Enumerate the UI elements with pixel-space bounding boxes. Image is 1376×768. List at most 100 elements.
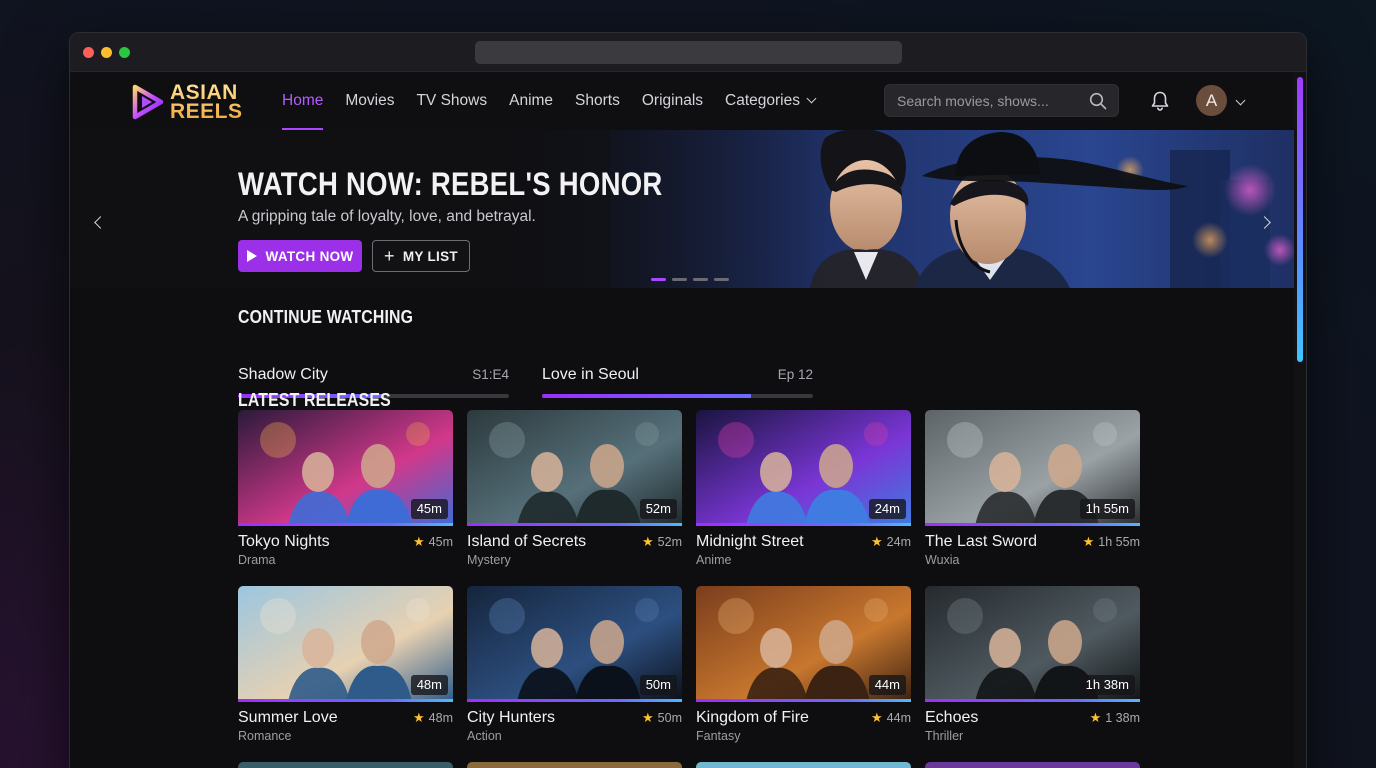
slide-indicator[interactable] [693, 278, 708, 281]
release-title: City Hunters [467, 709, 556, 726]
duration-badge: 50m [639, 675, 677, 695]
progress-fill [542, 394, 751, 398]
search-box [884, 84, 1119, 117]
minimize-window-button[interactable] [101, 47, 112, 58]
release-card-peek[interactable] [696, 762, 911, 768]
hero-subtitle: A gripping tale of loyalty, love, and be… [238, 208, 536, 225]
account-menu-chevron-icon[interactable] [1235, 95, 1246, 106]
my-list-label: MY LIST [402, 248, 458, 264]
top-navigation: ASIAN REELS Home Movies TV Shows Anime S… [70, 72, 1296, 130]
release-title: Kingdom of Fire [696, 709, 809, 726]
continue-title: Love in Seoul [542, 366, 639, 383]
duration-badge: 48m [410, 675, 448, 695]
nav-home[interactable]: Home [282, 72, 324, 130]
nav-movies[interactable]: Movies [345, 72, 394, 130]
thumbnail-accent-bar [925, 523, 1140, 526]
release-title: The Last Sword [925, 533, 1038, 550]
close-window-button[interactable] [83, 47, 94, 58]
thumbnail-accent-bar [467, 523, 682, 526]
release-card[interactable]: 52m Island of Secrets ★ 52m Mystery [467, 410, 682, 580]
play-icon [246, 250, 257, 262]
release-card[interactable]: 44m Kingdom of Fire ★ 44m Fantasy [696, 586, 911, 756]
star-icon: ★ [413, 534, 425, 549]
release-card[interactable]: 24m Midnight Street ★ 24m Anime [696, 410, 911, 580]
logo-text: ASIAN REELS [170, 83, 243, 121]
release-title: Midnight Street [696, 533, 804, 550]
nav-originals[interactable]: Originals [642, 72, 703, 130]
hero-banner: WATCH NOW: REBEL'S HONOR A gripping tale… [70, 130, 1296, 288]
release-card[interactable]: 1h 55m The Last Sword ★ 1h 55m Wuxia [925, 410, 1140, 580]
release-genre: Romance [238, 729, 292, 743]
release-genre: Mystery [467, 553, 511, 567]
release-genre: Drama [238, 553, 276, 567]
notification-bell-icon[interactable] [1149, 90, 1171, 112]
release-card[interactable]: 45m Tokyo Nights ★ 45m Drama [238, 410, 453, 580]
duration-badge: 45m [410, 499, 448, 519]
slide-indicator[interactable] [672, 278, 687, 281]
nav-shorts[interactable]: Shorts [575, 72, 620, 130]
thumbnail-accent-bar [925, 699, 1140, 702]
thumbnail-accent-bar [696, 523, 911, 526]
release-rating-value: 50m [657, 711, 682, 725]
release-rating-value: 52m [657, 535, 682, 549]
release-rating-value: 44m [886, 711, 911, 725]
star-icon: ★ [871, 534, 883, 549]
release-rating: ★ 44m [871, 710, 911, 726]
scrollbar-thumb[interactable] [1297, 77, 1303, 362]
release-title: Tokyo Nights [238, 533, 330, 550]
my-list-button[interactable]: + MY LIST [372, 240, 470, 272]
slide-indicator[interactable] [714, 278, 729, 281]
logo-line-2: REELS [170, 100, 243, 123]
release-card[interactable]: 48m Summer Love ★ 48m Romance [238, 586, 453, 756]
release-rating: ★ 24m [871, 534, 911, 550]
nav-categories[interactable]: Categories [725, 72, 817, 130]
duration-badge: 52m [639, 499, 677, 519]
browser-window: ASIAN REELS Home Movies TV Shows Anime S… [69, 32, 1307, 768]
release-card[interactable]: 50m City Hunters ★ 50m Action [467, 586, 682, 756]
release-card-peek[interactable] [925, 762, 1140, 768]
release-card-peek[interactable] [238, 762, 453, 768]
search-icon[interactable] [1089, 92, 1107, 110]
maximize-window-button[interactable] [119, 47, 130, 58]
release-card-peek[interactable] [467, 762, 682, 768]
release-title: Echoes [925, 709, 979, 726]
thumbnail-accent-bar [238, 523, 453, 526]
star-icon: ★ [642, 534, 654, 549]
play-logo-icon [132, 84, 164, 120]
star-icon: ★ [1089, 710, 1102, 725]
release-rating: ★ 52m [642, 534, 682, 550]
release-title: Summer Love [238, 709, 338, 726]
release-genre: Wuxia [925, 553, 960, 567]
star-icon: ★ [1082, 534, 1095, 549]
duration-badge: 24m [868, 499, 906, 519]
release-card[interactable]: 1h 38m Echoes ★ 1 38m Thriller [925, 586, 1140, 756]
hero-slide-indicators [651, 278, 735, 281]
star-icon: ★ [642, 710, 654, 725]
release-rating: ★ 48m [413, 710, 453, 726]
thumbnail-accent-bar [467, 699, 682, 702]
watch-now-button[interactable]: WATCH NOW [238, 240, 362, 272]
thumbnail-accent-bar [696, 699, 911, 702]
release-rating: ★ 1h 55m [1083, 534, 1140, 550]
nav-links: Home Movies TV Shows Anime Shorts Origin… [282, 72, 837, 130]
duration-badge: 44m [868, 675, 906, 695]
search-input[interactable] [897, 85, 1087, 116]
release-rating-value: 1h 55m [1098, 535, 1140, 549]
nav-tv-shows[interactable]: TV Shows [416, 72, 487, 130]
slide-indicator[interactable] [651, 278, 666, 281]
thumbnail-accent-bar [238, 699, 453, 702]
browser-titlebar [70, 33, 1306, 72]
release-genre: Action [467, 729, 502, 743]
nav-anime[interactable]: Anime [509, 72, 553, 130]
release-rating-value: 24m [886, 535, 911, 549]
user-avatar[interactable]: A [1196, 85, 1227, 116]
release-genre: Anime [696, 553, 732, 567]
asian-reels-logo[interactable]: ASIAN REELS [130, 82, 243, 122]
release-title: Island of Secrets [467, 533, 587, 550]
latest-releases-heading: LATEST RELEASES [238, 390, 391, 410]
release-rating: ★ 50m [642, 710, 682, 726]
progress-track [542, 394, 813, 398]
continue-watching-heading: CONTINUE WATCHING [238, 307, 414, 327]
address-bar[interactable] [475, 41, 902, 64]
release-rating-value: 45m [428, 535, 453, 549]
